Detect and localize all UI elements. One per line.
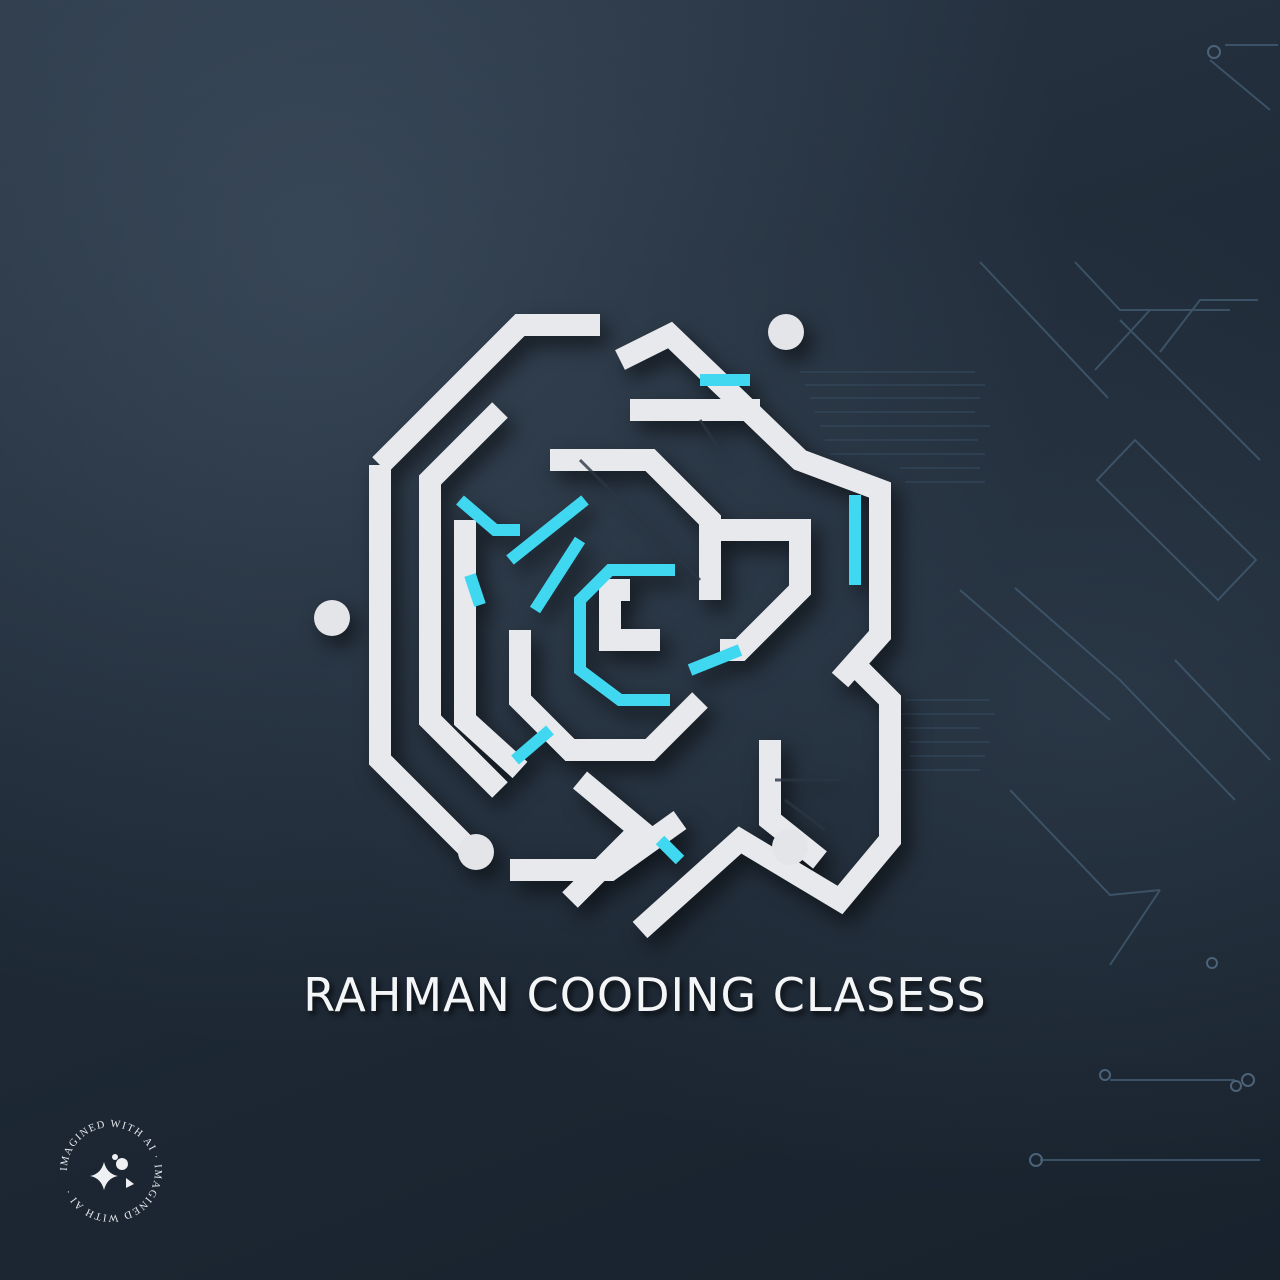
ai-badge: IMAGINED WITH AI · IMAGINED WITH AI · <box>59 1119 163 1223</box>
badge-ring-text: IMAGINED WITH AI · IMAGINED WITH AI · <box>59 1119 163 1223</box>
logo-mark-icon <box>314 314 901 939</box>
sparkle-icon <box>90 1154 134 1190</box>
brand-name: RAHMAN COODING CLASESS <box>303 968 987 1022</box>
logo-canvas: RAHMAN COODING CLASESS IMAGINED WITH AI … <box>0 0 1280 1280</box>
